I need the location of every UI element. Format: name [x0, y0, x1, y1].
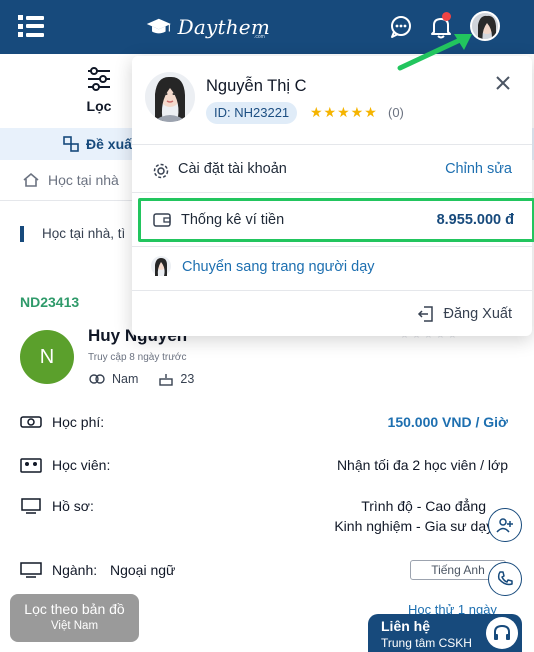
logout-button[interactable]: Đăng Xuất	[417, 305, 512, 323]
account-dropdown: Nguyễn Thị C ID: NH23221 ★★★★★ (0) Cài đ…	[132, 56, 534, 336]
green-arrow-annotation	[397, 34, 472, 71]
breadcrumb[interactable]: Học tại nhà	[22, 172, 119, 188]
add-user-button[interactable]	[488, 508, 522, 542]
app-frame: Daythem .com Lọc Đề xuấ Học tại nhà Học …	[0, 0, 534, 652]
profile-avatar[interactable]	[145, 72, 195, 122]
wallet-label: Thống kê ví tiền	[181, 212, 285, 228]
fee-row: Học phí: 150.000 VND / Giờ	[20, 412, 514, 434]
candidate-code[interactable]: ND23413	[20, 294, 79, 310]
profile-label: Hồ sơ:	[52, 498, 94, 514]
cake-icon	[159, 374, 174, 386]
field-value: Ngoại ngữ	[110, 562, 176, 578]
profile-id-badge: ID: NH23221	[206, 102, 298, 124]
filter-button[interactable]: Lọc	[74, 60, 124, 120]
suggest-icon	[63, 136, 79, 152]
logout-icon	[418, 306, 434, 322]
students-icon	[20, 458, 42, 473]
fee-value: 150.000 VND / Giờ	[387, 414, 508, 430]
rating-stars: ★★★★★	[310, 104, 378, 120]
students-row: Học viên: Nhận tối đa 2 học viên / lớp	[20, 455, 514, 477]
edit-link[interactable]: Chỉnh sửa	[445, 161, 512, 177]
gender-label: Nam	[112, 372, 139, 386]
sliders-icon	[88, 67, 110, 91]
filter-label: Lọc	[86, 98, 112, 114]
settings-row[interactable]: Cài đặt tài khoản Chỉnh sửa	[132, 152, 532, 188]
suggest-label: Đề xuấ	[86, 136, 132, 152]
settings-label: Cài đặt tài khoản	[178, 161, 287, 177]
profile-value-2: Kinh nghiệm - Gia sư dạy k	[334, 518, 504, 534]
lead-text: Học tại nhà, tì	[42, 226, 126, 241]
gear-icon	[153, 163, 169, 179]
map-filter-button[interactable]: Lọc theo bản đồ Việt Nam	[10, 594, 139, 642]
notification-dot	[442, 12, 451, 21]
money-icon	[20, 416, 42, 428]
logout-label: Đăng Xuất	[443, 306, 512, 322]
call-button[interactable]	[488, 562, 522, 596]
teacher-avatar-icon	[151, 256, 171, 276]
menu-icon[interactable]	[18, 15, 44, 37]
students-label: Học viên:	[52, 457, 111, 473]
divider	[132, 192, 532, 193]
monitor-icon	[20, 562, 42, 578]
profile-name: Nguyễn Thị C	[206, 77, 307, 95]
wallet-stats-row[interactable]: Thống kê ví tiền 8.955.000 đ	[138, 198, 534, 242]
last-access: Truy cập 8 ngày trước	[88, 352, 187, 363]
rating-count: (0)	[388, 105, 404, 120]
close-icon[interactable]	[492, 72, 514, 94]
support-button[interactable]: Liên hệ Trung tâm CSKH	[368, 614, 522, 652]
support-title: Liên hệ	[381, 618, 431, 634]
phone-icon	[497, 571, 513, 586]
gender-icon	[89, 374, 105, 384]
profile-icon	[21, 498, 41, 514]
map-filter-sub: Việt Nam	[50, 620, 99, 632]
headset-icon	[486, 617, 518, 649]
support-sub: Trung tâm CSKH	[381, 636, 472, 650]
divider	[132, 144, 532, 145]
fee-label: Học phí:	[52, 414, 105, 430]
candidate-avatar[interactable]: N	[20, 330, 74, 384]
field-label: Ngành:	[52, 562, 98, 578]
logo-sub: .com	[254, 34, 265, 40]
section-accent	[20, 226, 24, 242]
breadcrumb-label: Học tại nhà	[48, 172, 119, 188]
candidate-meta: Nam 23	[88, 372, 194, 386]
wallet-icon	[153, 213, 171, 227]
logo[interactable]: Daythem .com	[146, 12, 270, 42]
divider	[132, 290, 532, 291]
add-user-icon	[496, 518, 513, 533]
wallet-amount: 8.955.000 đ	[436, 212, 514, 228]
home-icon	[23, 172, 39, 187]
divider	[132, 246, 532, 247]
switch-to-teacher-link[interactable]: Chuyển sang trang người dạy	[182, 259, 375, 275]
students-value: Nhận tối đa 2 học viên / lớp	[336, 457, 508, 473]
graduation-cap-icon	[146, 18, 171, 34]
age-label: 23	[180, 372, 195, 386]
profile-row: Hồ sơ: Trình độ - Cao đẳng	[20, 496, 514, 518]
map-filter-title: Lọc theo bản đồ	[24, 601, 125, 617]
profile-value: Trình độ - Cao đẳng	[361, 498, 486, 514]
